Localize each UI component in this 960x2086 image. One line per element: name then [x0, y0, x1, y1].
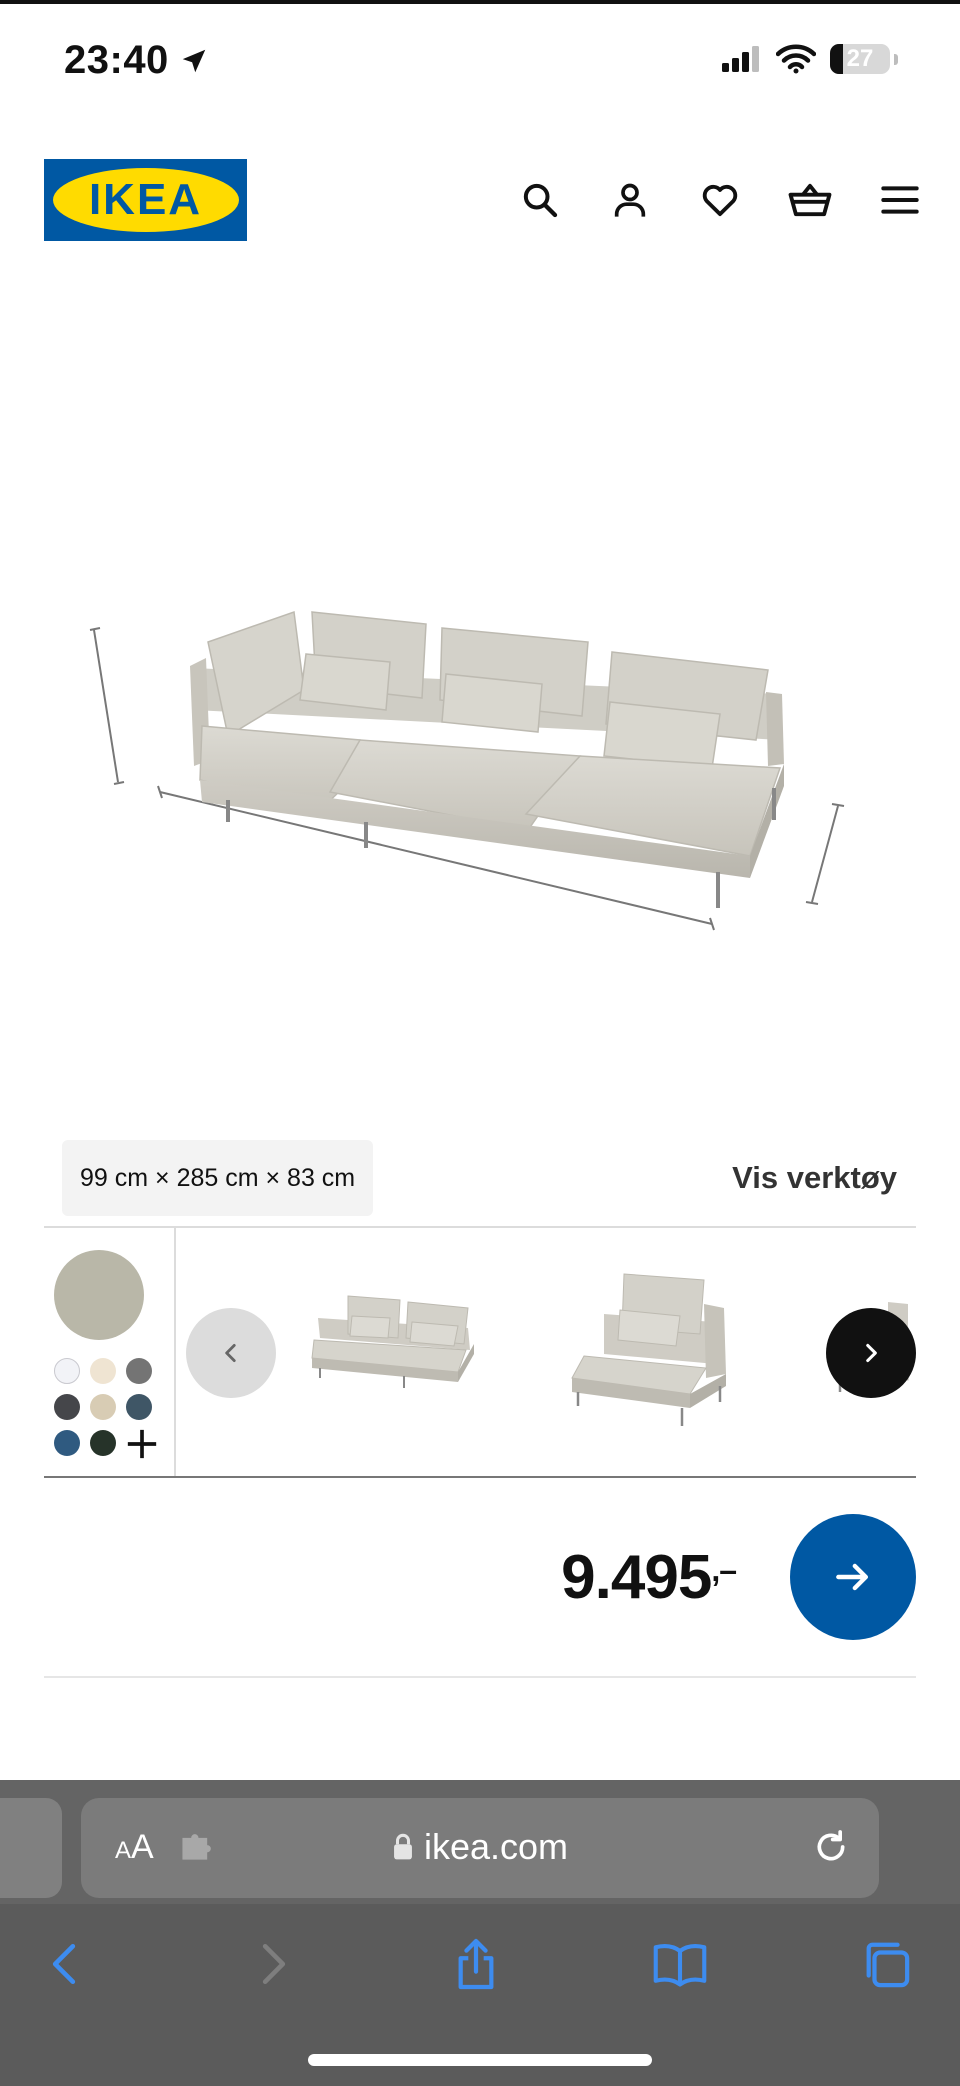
cellular-signal-icon [722, 46, 759, 72]
share-icon [458, 1938, 494, 1990]
selected-color-swatch[interactable] [54, 1250, 144, 1340]
basket-button[interactable] [780, 172, 840, 228]
account-button[interactable] [600, 172, 660, 228]
location-arrow-icon [182, 49, 206, 72]
show-tools-link[interactable]: Vis verktøy [732, 1160, 897, 1196]
address-area: AA ikea.com [0, 1780, 960, 1904]
chevron-left-icon [225, 1344, 236, 1362]
ikea-logo[interactable]: IKEA [44, 159, 247, 241]
color-swatch[interactable] [90, 1358, 116, 1384]
battery-cap [894, 53, 898, 65]
arrow-right-icon [836, 1563, 869, 1591]
color-swatch[interactable] [54, 1394, 80, 1420]
battery-level: 27 [846, 45, 874, 72]
shopping-basket-icon [788, 183, 832, 217]
wishlist-heart-icon [702, 184, 738, 217]
price-value: 9.495 [561, 1543, 712, 1612]
color-swatch[interactable] [90, 1430, 116, 1456]
forward-icon [262, 1944, 286, 1984]
header-actions [510, 172, 930, 228]
address-bar[interactable]: AA ikea.com [81, 1798, 879, 1898]
color-swatch[interactable] [54, 1358, 80, 1384]
status-bar: 23:40 27 [0, 0, 960, 118]
wishlist-button[interactable] [690, 172, 750, 228]
browser-toolbar [0, 1910, 960, 2010]
color-swatch[interactable] [90, 1394, 116, 1420]
continue-button[interactable] [790, 1514, 916, 1640]
lock-icon [394, 1833, 412, 1860]
wifi-icon [776, 44, 816, 74]
url-display: ikea.com [81, 1826, 879, 1868]
forward-button[interactable] [244, 1936, 304, 1992]
color-swatch-panel [44, 1228, 176, 1476]
two-seat-section-thumbnail[interactable] [308, 1288, 488, 1398]
carousel-prev-button[interactable] [186, 1308, 276, 1398]
menu-icon [881, 186, 919, 214]
dimensions-badge: 99 cm × 285 cm × 83 cm [62, 1140, 374, 1216]
tabs-button[interactable] [856, 1936, 916, 1992]
battery-icon: 27 [830, 44, 890, 74]
bookmarks-icon [653, 1944, 707, 1987]
color-swatch[interactable] [54, 1430, 80, 1456]
home-indicator [308, 2054, 652, 2066]
chevron-right-icon [866, 1343, 877, 1363]
armchair-section-thumbnail[interactable] [564, 1264, 744, 1434]
product-configurator [44, 1226, 916, 1478]
back-icon [52, 1944, 76, 1984]
back-button[interactable] [34, 1936, 94, 1992]
url-text: ikea.com [423, 1826, 569, 1867]
search-icon [523, 183, 558, 218]
sofa-product-image[interactable] [60, 560, 860, 940]
price-suffix: ,– [711, 1552, 737, 1588]
site-header: IKEA [0, 150, 960, 250]
tabs-icon [866, 1942, 910, 1988]
account-icon [614, 183, 646, 217]
price-row: 9.495,– [44, 1478, 916, 1678]
bookmarks-button[interactable] [650, 1936, 710, 1992]
color-swatch[interactable] [126, 1358, 152, 1384]
search-button[interactable] [510, 172, 570, 228]
plus-icon [127, 1429, 157, 1459]
product-price: 9.495,– [561, 1542, 737, 1613]
previous-tab-preview[interactable] [0, 1798, 62, 1898]
logo-text: IKEA [88, 175, 203, 224]
share-button[interactable] [446, 1936, 506, 1992]
status-icons: 27 [720, 44, 898, 74]
reload-icon[interactable] [811, 1826, 851, 1868]
logo-ellipse: IKEA [52, 168, 239, 232]
status-time: 23:40 [64, 38, 209, 83]
browser-chrome: AA ikea.com [0, 1780, 960, 2086]
carousel-next-button[interactable] [826, 1308, 916, 1398]
more-colors-button[interactable] [122, 1424, 162, 1464]
menu-button[interactable] [870, 172, 930, 228]
color-swatch[interactable] [126, 1394, 152, 1420]
